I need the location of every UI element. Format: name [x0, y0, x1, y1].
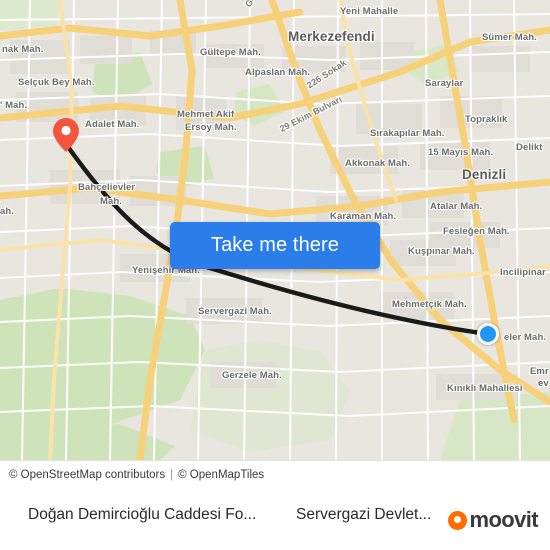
destination-dot[interactable] — [477, 323, 499, 345]
moovit-logo[interactable]: moovit — [448, 507, 539, 533]
moovit-logo-icon — [448, 510, 468, 530]
origin-stop-label: Doğan Demircioğlu Caddesi Fo... — [28, 506, 257, 523]
trip-footer: Doğan Demircioğlu Caddesi Fo... Serverga… — [0, 488, 550, 550]
take-me-there-button[interactable]: Take me there — [170, 222, 380, 269]
map-attribution-bar: © OpenStreetMap contributors | © OpenMap… — [0, 460, 550, 488]
moovit-logo-text: moovit — [469, 507, 538, 532]
attribution-separator: | — [170, 468, 174, 481]
openmaptiles-attribution-link[interactable]: © OpenMapTiles — [178, 469, 264, 481]
destination-stop-label: Servergazi Devlet... — [296, 506, 432, 523]
moovit-map-screen: GülYeni MahalleSümer Mah.MerkezefendiGül… — [0, 0, 550, 550]
osm-attribution-link[interactable]: © OpenStreetMap contributors — [9, 469, 165, 481]
map-canvas[interactable]: GülYeni MahalleSümer Mah.MerkezefendiGül… — [0, 0, 550, 460]
